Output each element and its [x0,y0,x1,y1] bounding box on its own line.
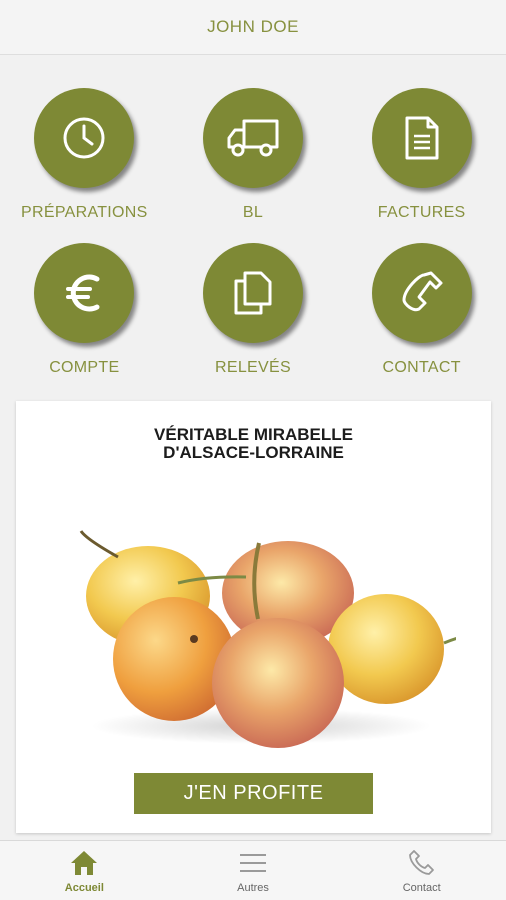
shortcut-grid: PRÉPARATIONS BL FACTURES COMPTE RELEVÉS … [0,88,506,398]
copy-icon [202,243,303,343]
menu-icon [240,854,266,872]
document-icon [371,88,472,188]
euro-icon [34,243,135,343]
phone-icon [371,243,472,343]
nav-label: Accueil [64,882,104,894]
tile-label: CONTACT [382,359,461,376]
nav-item-contact[interactable]: Contact [337,841,506,900]
promo-card: VÉRITABLE MIRABELLE D'ALSACE-LORRAINE J'… [16,401,491,833]
tile-label: RELEVÉS [215,359,291,376]
nav-label: Contact [402,882,441,894]
tile-label: FACTURES [377,204,466,221]
promo-title-line-1: VÉRITABLE MIRABELLE [154,425,353,444]
promo-title: VÉRITABLE MIRABELLE D'ALSACE-LORRAINE [16,426,491,462]
truck-icon [202,88,303,188]
phone-icon [408,850,434,875]
nav-item-accueil[interactable]: Accueil [0,841,169,900]
tile-contact[interactable]: CONTACT [337,243,506,398]
tile-label: PRÉPARATIONS [21,204,148,221]
bottom-navigation: Accueil Autres Contact [0,840,506,900]
tile-releves[interactable]: RELEVÉS [169,243,338,398]
tile-compte[interactable]: COMPTE [0,243,169,398]
promo-cta-button[interactable]: J'EN PROFITE [134,773,373,814]
tile-bl[interactable]: BL [169,88,338,243]
mirabelle-plums-image [79,530,456,748]
tile-preparations[interactable]: PRÉPARATIONS [0,88,169,243]
promo-title-line-2: D'ALSACE-LORRAINE [163,443,344,462]
tile-factures[interactable]: FACTURES [337,88,506,243]
home-icon [71,851,98,875]
nav-label: Autres [237,882,269,894]
tile-label: COMPTE [49,359,120,376]
tile-label: BL [242,204,264,221]
user-name-title: JOHN DOE [207,17,299,36]
clock-icon [34,88,135,188]
nav-item-autres[interactable]: Autres [169,841,338,900]
app-header: JOHN DOE [0,0,506,55]
